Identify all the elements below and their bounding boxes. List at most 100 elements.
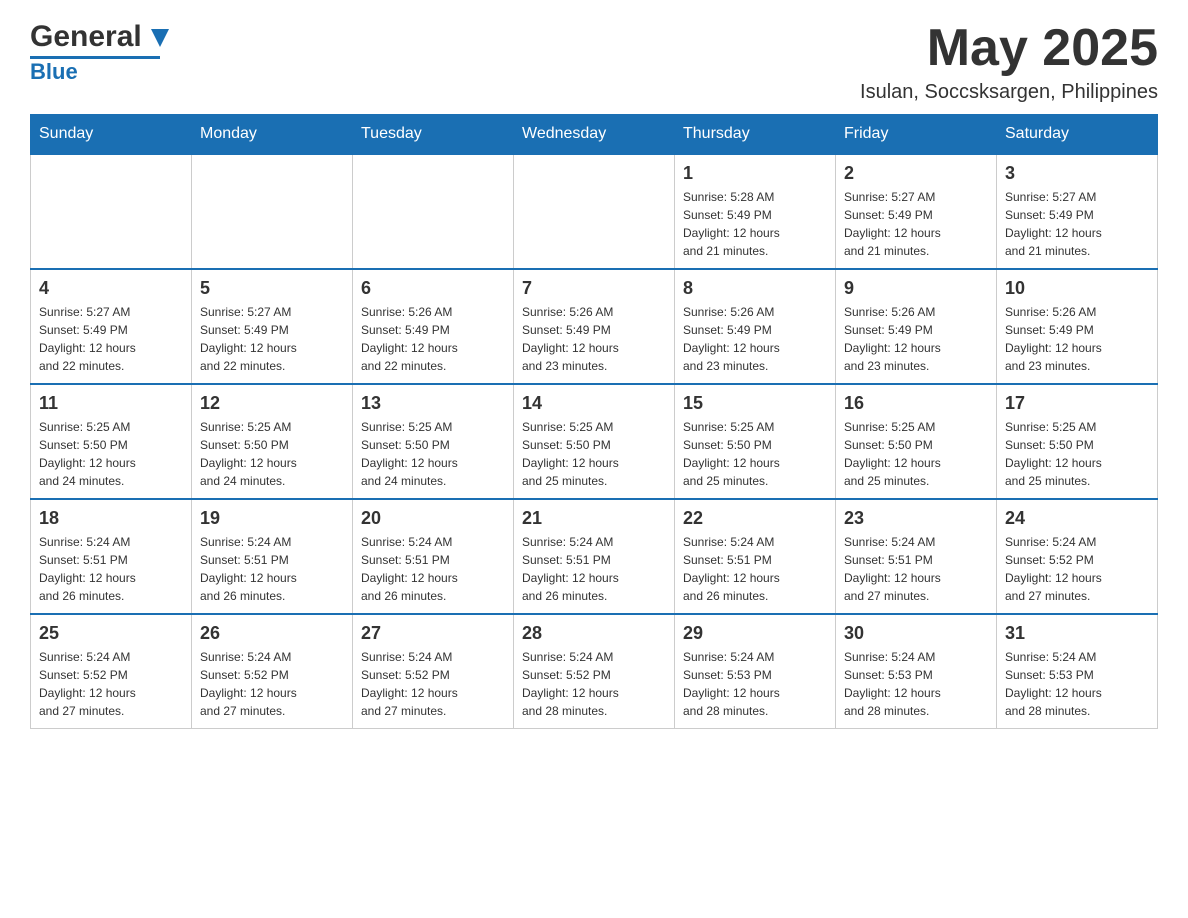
calendar-cell: 16 Sunrise: 5:25 AM Sunset: 5:50 PM Dayli… bbox=[836, 384, 997, 499]
day-number: 1 bbox=[683, 163, 827, 184]
day-info: Sunrise: 5:24 AM Sunset: 5:53 PM Dayligh… bbox=[683, 648, 827, 720]
day-info: Sunrise: 5:26 AM Sunset: 5:49 PM Dayligh… bbox=[1005, 303, 1149, 375]
day-number: 30 bbox=[844, 623, 988, 644]
calendar-cell: 12 Sunrise: 5:25 AM Sunset: 5:50 PM Dayli… bbox=[192, 384, 353, 499]
calendar-cell: 5 Sunrise: 5:27 AM Sunset: 5:49 PM Daylig… bbox=[192, 269, 353, 384]
day-number: 10 bbox=[1005, 278, 1149, 299]
weekday-header-monday: Monday bbox=[192, 115, 353, 155]
calendar-cell: 31 Sunrise: 5:24 AM Sunset: 5:53 PM Dayli… bbox=[997, 614, 1158, 729]
day-info: Sunrise: 5:25 AM Sunset: 5:50 PM Dayligh… bbox=[39, 418, 183, 490]
calendar-cell bbox=[31, 154, 192, 269]
day-info: Sunrise: 5:24 AM Sunset: 5:51 PM Dayligh… bbox=[844, 533, 988, 605]
calendar-cell: 13Sunrise: 5:25 AM Sunset: 5:50 PM Dayli… bbox=[353, 384, 514, 499]
calendar-table: SundayMondayTuesdayWednesdayThursdayFrid… bbox=[30, 114, 1158, 729]
day-number: 26 bbox=[200, 623, 344, 644]
day-info: Sunrise: 5:25 AM Sunset: 5:50 PM Dayligh… bbox=[844, 418, 988, 490]
calendar-cell: 26Sunrise: 5:24 AM Sunset: 5:52 PM Dayli… bbox=[192, 614, 353, 729]
calendar-cell: 4Sunrise: 5:27 AM Sunset: 5:49 PM Daylig… bbox=[31, 269, 192, 384]
calendar-cell: 10 Sunrise: 5:26 AM Sunset: 5:49 PM Dayli… bbox=[997, 269, 1158, 384]
day-number: 22 bbox=[683, 508, 827, 529]
day-info: Sunrise: 5:24 AM Sunset: 5:51 PM Dayligh… bbox=[683, 533, 827, 605]
calendar-cell: 9 Sunrise: 5:26 AM Sunset: 5:49 PM Daylig… bbox=[836, 269, 997, 384]
day-number: 20 bbox=[361, 508, 505, 529]
week-row-1: 1 Sunrise: 5:28 AM Sunset: 5:49 PM Daylig… bbox=[31, 154, 1158, 269]
day-info: Sunrise: 5:27 AM Sunset: 5:49 PM Dayligh… bbox=[844, 188, 988, 260]
calendar-cell: 8 Sunrise: 5:26 AM Sunset: 5:49 PM Daylig… bbox=[675, 269, 836, 384]
day-number: 28 bbox=[522, 623, 666, 644]
day-info: Sunrise: 5:24 AM Sunset: 5:52 PM Dayligh… bbox=[522, 648, 666, 720]
day-number: 9 bbox=[844, 278, 988, 299]
week-row-3: 11 Sunrise: 5:25 AM Sunset: 5:50 PM Dayli… bbox=[31, 384, 1158, 499]
calendar-cell: 2 Sunrise: 5:27 AM Sunset: 5:49 PM Daylig… bbox=[836, 154, 997, 269]
calendar-cell: 7 Sunrise: 5:26 AM Sunset: 5:49 PM Daylig… bbox=[514, 269, 675, 384]
calendar-cell bbox=[514, 154, 675, 269]
calendar-cell: 23 Sunrise: 5:24 AM Sunset: 5:51 PM Dayli… bbox=[836, 499, 997, 614]
day-info: Sunrise: 5:24 AM Sunset: 5:53 PM Dayligh… bbox=[844, 648, 988, 720]
day-info: Sunrise: 5:25 AM Sunset: 5:50 PM Dayligh… bbox=[200, 418, 344, 490]
day-number: 15 bbox=[683, 393, 827, 414]
day-number: 14 bbox=[522, 393, 666, 414]
weekday-header-saturday: Saturday bbox=[997, 115, 1158, 155]
logo-triangle-icon bbox=[151, 29, 169, 47]
day-number: 3 bbox=[1005, 163, 1149, 184]
month-title: May 2025 bbox=[860, 20, 1158, 77]
calendar-cell: 27 Sunrise: 5:24 AM Sunset: 5:52 PM Dayli… bbox=[353, 614, 514, 729]
calendar-cell: 25Sunrise: 5:24 AM Sunset: 5:52 PM Dayli… bbox=[31, 614, 192, 729]
day-number: 11 bbox=[39, 393, 183, 414]
calendar-cell: 22 Sunrise: 5:24 AM Sunset: 5:51 PM Dayli… bbox=[675, 499, 836, 614]
day-info: Sunrise: 5:27 AM Sunset: 5:49 PM Dayligh… bbox=[200, 303, 344, 375]
week-row-5: 25Sunrise: 5:24 AM Sunset: 5:52 PM Dayli… bbox=[31, 614, 1158, 729]
calendar-cell: 28 Sunrise: 5:24 AM Sunset: 5:52 PM Dayli… bbox=[514, 614, 675, 729]
day-number: 13 bbox=[361, 393, 505, 414]
calendar-cell: 21 Sunrise: 5:24 AM Sunset: 5:51 PM Dayli… bbox=[514, 499, 675, 614]
day-number: 17 bbox=[1005, 393, 1149, 414]
day-info: Sunrise: 5:24 AM Sunset: 5:51 PM Dayligh… bbox=[522, 533, 666, 605]
calendar-cell: 3 Sunrise: 5:27 AM Sunset: 5:49 PM Daylig… bbox=[997, 154, 1158, 269]
day-number: 23 bbox=[844, 508, 988, 529]
day-number: 6 bbox=[361, 278, 505, 299]
day-number: 8 bbox=[683, 278, 827, 299]
calendar-cell: 14Sunrise: 5:25 AM Sunset: 5:50 PM Dayli… bbox=[514, 384, 675, 499]
day-number: 4 bbox=[39, 278, 183, 299]
calendar-cell: 1 Sunrise: 5:28 AM Sunset: 5:49 PM Daylig… bbox=[675, 154, 836, 269]
calendar-cell: 11 Sunrise: 5:25 AM Sunset: 5:50 PM Dayli… bbox=[31, 384, 192, 499]
day-info: Sunrise: 5:26 AM Sunset: 5:49 PM Dayligh… bbox=[683, 303, 827, 375]
location-title: Isulan, Soccsksargen, Philippines bbox=[860, 81, 1158, 104]
logo: General Blue bbox=[30, 20, 169, 85]
day-number: 12 bbox=[200, 393, 344, 414]
calendar-cell: 17Sunrise: 5:25 AM Sunset: 5:50 PM Dayli… bbox=[997, 384, 1158, 499]
weekday-header-friday: Friday bbox=[836, 115, 997, 155]
day-number: 19 bbox=[200, 508, 344, 529]
calendar-cell: 6 Sunrise: 5:26 AM Sunset: 5:49 PM Daylig… bbox=[353, 269, 514, 384]
day-info: Sunrise: 5:26 AM Sunset: 5:49 PM Dayligh… bbox=[361, 303, 505, 375]
day-number: 27 bbox=[361, 623, 505, 644]
logo-general-text: General bbox=[30, 20, 169, 54]
day-number: 24 bbox=[1005, 508, 1149, 529]
weekday-header-row: SundayMondayTuesdayWednesdayThursdayFrid… bbox=[31, 115, 1158, 155]
day-number: 18 bbox=[39, 508, 183, 529]
title-area: May 2025 Isulan, Soccsksargen, Philippin… bbox=[860, 20, 1158, 104]
day-number: 21 bbox=[522, 508, 666, 529]
day-info: Sunrise: 5:24 AM Sunset: 5:52 PM Dayligh… bbox=[361, 648, 505, 720]
day-number: 2 bbox=[844, 163, 988, 184]
day-info: Sunrise: 5:26 AM Sunset: 5:49 PM Dayligh… bbox=[522, 303, 666, 375]
weekday-header-thursday: Thursday bbox=[675, 115, 836, 155]
day-number: 29 bbox=[683, 623, 827, 644]
day-number: 5 bbox=[200, 278, 344, 299]
day-info: Sunrise: 5:24 AM Sunset: 5:53 PM Dayligh… bbox=[1005, 648, 1149, 720]
weekday-header-wednesday: Wednesday bbox=[514, 115, 675, 155]
day-info: Sunrise: 5:26 AM Sunset: 5:49 PM Dayligh… bbox=[844, 303, 988, 375]
page-header: General Blue May 2025 Isulan, Soccsksarg… bbox=[30, 20, 1158, 104]
calendar-cell bbox=[192, 154, 353, 269]
day-info: Sunrise: 5:24 AM Sunset: 5:52 PM Dayligh… bbox=[1005, 533, 1149, 605]
calendar-cell: 19Sunrise: 5:24 AM Sunset: 5:51 PM Dayli… bbox=[192, 499, 353, 614]
day-number: 31 bbox=[1005, 623, 1149, 644]
calendar-cell: 29 Sunrise: 5:24 AM Sunset: 5:53 PM Dayli… bbox=[675, 614, 836, 729]
week-row-4: 18 Sunrise: 5:24 AM Sunset: 5:51 PM Dayli… bbox=[31, 499, 1158, 614]
day-info: Sunrise: 5:25 AM Sunset: 5:50 PM Dayligh… bbox=[683, 418, 827, 490]
day-info: Sunrise: 5:24 AM Sunset: 5:51 PM Dayligh… bbox=[39, 533, 183, 605]
day-info: Sunrise: 5:27 AM Sunset: 5:49 PM Dayligh… bbox=[1005, 188, 1149, 260]
day-info: Sunrise: 5:28 AM Sunset: 5:49 PM Dayligh… bbox=[683, 188, 827, 260]
day-number: 7 bbox=[522, 278, 666, 299]
day-number: 16 bbox=[844, 393, 988, 414]
